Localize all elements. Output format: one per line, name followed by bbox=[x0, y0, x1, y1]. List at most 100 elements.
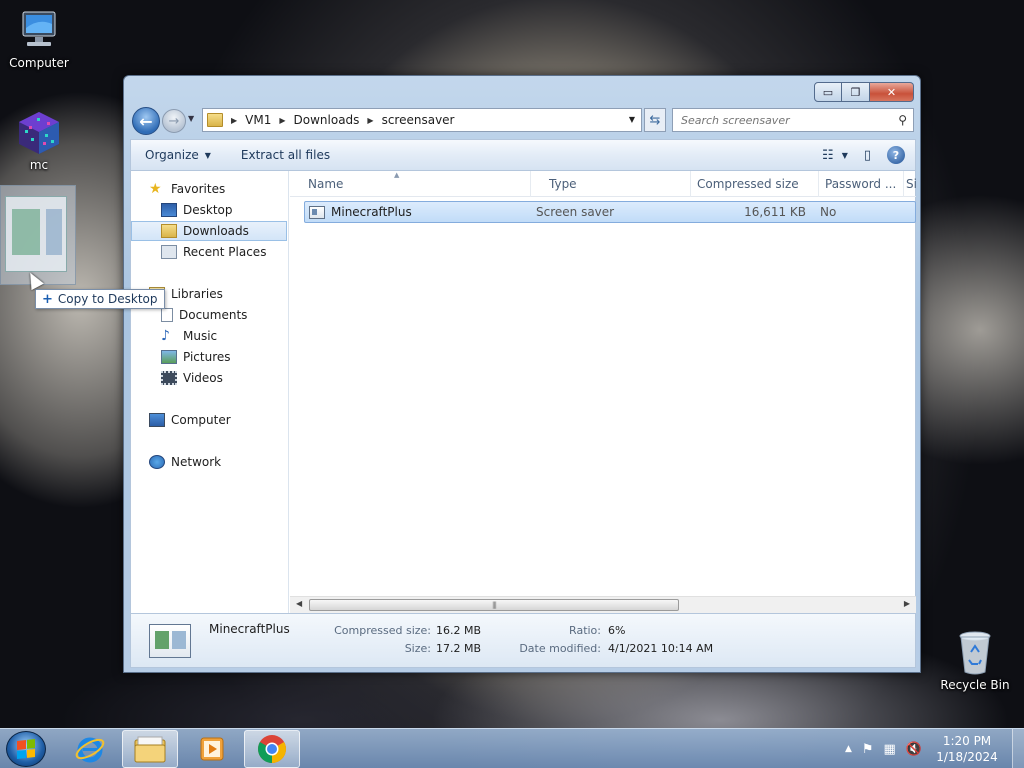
breadcrumb-screensaver[interactable]: screensaver bbox=[382, 113, 455, 127]
column-type[interactable]: Type bbox=[531, 171, 691, 197]
nav-label: Computer bbox=[171, 413, 231, 427]
details-ratio-value: 6% bbox=[608, 624, 626, 637]
details-modified-value: 4/1/2021 10:14 AM bbox=[608, 642, 714, 655]
drag-tooltip: + Copy to Desktop bbox=[35, 289, 165, 309]
details-pane: MinecraftPlus Compressed size: 16.2 MB S… bbox=[130, 614, 916, 668]
sort-ascending-icon: ▲ bbox=[394, 171, 400, 179]
start-button[interactable] bbox=[6, 731, 46, 767]
clock[interactable]: 1:20 PM 1/18/2024 bbox=[932, 733, 1002, 765]
nav-label: Desktop bbox=[183, 203, 233, 217]
desktop-icon-recycle-bin[interactable]: Recycle Bin bbox=[937, 630, 1013, 692]
forward-button[interactable]: → bbox=[162, 109, 186, 133]
nav-downloads[interactable]: Downloads bbox=[131, 221, 287, 241]
column-password[interactable]: Password ... bbox=[819, 171, 904, 197]
chevron-right-icon[interactable]: ▶ bbox=[367, 116, 373, 125]
address-bar[interactable]: ▶ VM1 ▶ Downloads ▶ screensaver ▼ bbox=[202, 108, 642, 132]
downloads-folder-icon bbox=[161, 224, 177, 238]
scroll-left-icon[interactable]: ◀ bbox=[296, 599, 302, 608]
folder-icon bbox=[134, 736, 166, 763]
recycle-bin-icon bbox=[951, 630, 999, 676]
content-area: ★ Favorites Desktop Downloads Recent Pla… bbox=[130, 171, 916, 614]
search-icon[interactable]: ⚲ bbox=[898, 113, 907, 127]
refresh-button[interactable]: ⇆ bbox=[644, 108, 666, 132]
search-box[interactable]: ⚲ bbox=[672, 108, 914, 132]
column-name[interactable]: Name bbox=[290, 171, 531, 197]
nav-computer[interactable]: Computer bbox=[131, 410, 287, 430]
nav-label: Pictures bbox=[183, 350, 231, 364]
explorer-window[interactable]: ▭ ❐ ✕ ← → ▼ ▶ VM1 ▶ Downloads ▶ screensa… bbox=[123, 75, 921, 673]
network-status-icon[interactable]: ▦ bbox=[884, 742, 896, 757]
scrollbar-thumb[interactable]: ||| bbox=[309, 599, 679, 611]
nav-label: Videos bbox=[183, 371, 223, 385]
clock-time: 1:20 PM bbox=[942, 734, 992, 748]
view-controls: ☷ ▼ ▯ ? bbox=[806, 146, 915, 164]
column-size[interactable]: Si bbox=[904, 171, 916, 197]
file-list: Name Type Compressed size Password ... S… bbox=[290, 171, 916, 613]
back-button[interactable]: ← bbox=[132, 107, 160, 135]
window-controls: ▭ ❐ ✕ bbox=[814, 82, 914, 102]
maximize-button[interactable]: ❐ bbox=[842, 82, 870, 102]
breadcrumb: ▶ VM1 ▶ Downloads ▶ screensaver bbox=[231, 113, 455, 127]
show-hidden-icons-icon[interactable]: ▲ bbox=[845, 744, 852, 754]
close-button[interactable]: ✕ bbox=[870, 82, 914, 102]
mc-block-icon bbox=[15, 110, 63, 156]
extract-all-button[interactable]: Extract all files bbox=[223, 140, 342, 170]
horizontal-scrollbar[interactable]: ◀ ||| ▶ bbox=[290, 596, 916, 613]
search-input[interactable] bbox=[681, 113, 889, 127]
scroll-right-icon[interactable]: ▶ bbox=[904, 599, 910, 608]
taskbar-windows-explorer[interactable] bbox=[122, 730, 178, 768]
minimize-button[interactable]: ▭ bbox=[814, 82, 842, 102]
preview-pane-icon[interactable]: ▯ bbox=[864, 148, 871, 163]
organize-button[interactable]: Organize ▼ bbox=[131, 140, 223, 170]
desktop-icon-label: mc bbox=[29, 158, 49, 172]
chevron-right-icon[interactable]: ▶ bbox=[231, 116, 237, 125]
show-desktop-button[interactable] bbox=[1012, 729, 1024, 768]
nav-music[interactable]: ♪ Music bbox=[131, 326, 287, 346]
help-icon[interactable]: ? bbox=[887, 146, 905, 164]
action-center-flag-icon[interactable]: ⚑ bbox=[862, 742, 874, 757]
column-headers: Name Type Compressed size Password ... S… bbox=[290, 171, 916, 197]
volume-muted-icon[interactable]: 🔇 bbox=[906, 742, 922, 757]
details-file-name: MinecraftPlus bbox=[209, 622, 290, 636]
system-tray: ▲ ⚑ ▦ 🔇 1:20 PM 1/18/2024 bbox=[845, 729, 1024, 768]
videos-icon bbox=[161, 371, 177, 385]
nav-recent-places[interactable]: Recent Places bbox=[131, 242, 287, 262]
chevron-right-icon[interactable]: ▶ bbox=[279, 116, 285, 125]
file-name: MinecraftPlus bbox=[331, 205, 412, 219]
nav-videos[interactable]: Videos bbox=[131, 368, 287, 388]
nav-favorites[interactable]: ★ Favorites bbox=[131, 179, 287, 199]
media-player-icon bbox=[200, 737, 224, 761]
desktop-icon bbox=[161, 203, 177, 217]
recent-pages-dropdown[interactable]: ▼ bbox=[188, 114, 194, 123]
desktop-icon-mc[interactable]: mc bbox=[1, 110, 77, 172]
nav-network[interactable]: Network bbox=[131, 452, 287, 472]
chrome-icon bbox=[258, 735, 286, 763]
taskbar-internet-explorer[interactable] bbox=[62, 730, 118, 768]
navigation-bar: ← → ▼ ▶ VM1 ▶ Downloads ▶ screensaver ▼ … bbox=[132, 106, 914, 135]
taskbar-media-player[interactable] bbox=[184, 730, 240, 768]
screensaver-thumbnail-icon bbox=[149, 624, 191, 658]
view-options-icon[interactable]: ☷ bbox=[822, 148, 834, 163]
arrow-right-icon: → bbox=[168, 113, 180, 129]
breadcrumb-vm1[interactable]: VM1 bbox=[245, 113, 271, 127]
network-icon bbox=[149, 455, 165, 469]
recent-places-icon bbox=[161, 245, 177, 259]
desktop-icon-computer[interactable]: Computer bbox=[1, 8, 77, 70]
taskbar-chrome[interactable] bbox=[244, 730, 300, 768]
address-dropdown-icon[interactable]: ▼ bbox=[629, 115, 635, 124]
computer-icon bbox=[149, 413, 165, 427]
star-icon: ★ bbox=[149, 181, 162, 197]
file-password: No bbox=[820, 205, 837, 219]
table-row[interactable]: MinecraftPlus Screen saver 16,611 KB No bbox=[304, 201, 916, 223]
chevron-down-icon[interactable]: ▼ bbox=[842, 151, 848, 160]
column-compressed-size[interactable]: Compressed size bbox=[691, 171, 819, 197]
documents-icon bbox=[161, 308, 173, 322]
file-type: Screen saver bbox=[536, 205, 615, 219]
details-modified-label: Date modified: bbox=[519, 642, 601, 655]
taskbar: ▲ ⚑ ▦ 🔇 1:20 PM 1/18/2024 bbox=[0, 728, 1024, 768]
nav-desktop[interactable]: Desktop bbox=[131, 200, 287, 220]
details-compressed-value: 16.2 MB bbox=[436, 624, 482, 637]
nav-pictures[interactable]: Pictures bbox=[131, 347, 287, 367]
details-size-label: Size: bbox=[404, 642, 431, 655]
breadcrumb-downloads[interactable]: Downloads bbox=[294, 113, 360, 127]
